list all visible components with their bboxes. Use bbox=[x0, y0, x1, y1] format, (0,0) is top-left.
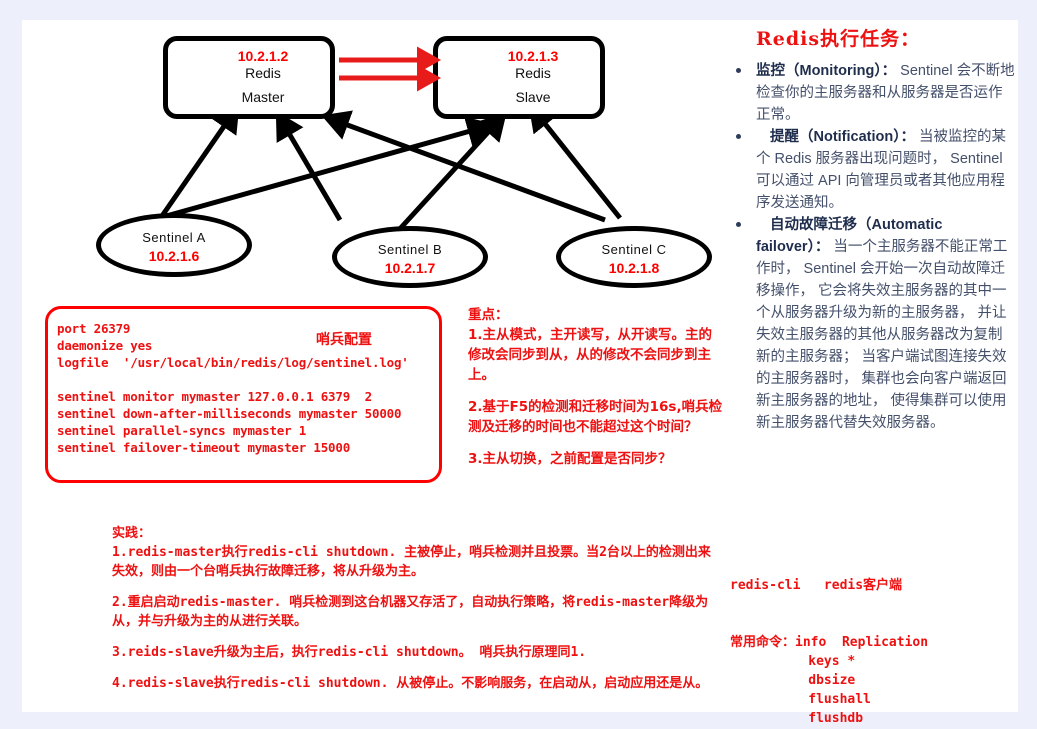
practice-heading: 实践： bbox=[112, 526, 152, 541]
practice-block: 实践： 1.redis-master执行redis-cli shutdown. … bbox=[112, 524, 712, 693]
task-item-automatic-failover: 自动故障迁移（Automatic failover）： 当一个主服务器不能正常工… bbox=[728, 214, 1016, 434]
whiteboard-canvas: 10.2.1.2 Redis Master 10.2.1.3 Redis Sla… bbox=[22, 20, 1018, 726]
slave-ip: 10.2.1.3 bbox=[507, 48, 559, 64]
slave-role-line1: Redis bbox=[515, 65, 551, 82]
node-sentinel-a[interactable]: Sentinel A 10.2.1.6 bbox=[96, 213, 252, 277]
practice-item: 4.redis-slave执行redis-cli shutdown. 从被停止。… bbox=[112, 676, 709, 691]
task-item-notification: 提醒（Notification）： 当被监控的某个 Redis 服务器出现问题时… bbox=[728, 126, 1016, 214]
bullet-icon bbox=[736, 222, 741, 227]
redis-tasks-title: Redis执行任务： bbox=[756, 28, 921, 50]
practice-item: 3.reids-slave升级为主后，执行redis-cli shutdown。… bbox=[112, 645, 587, 660]
redis-cli-block: redis-cli redis客户端 常用命令：info Replication… bbox=[730, 538, 928, 729]
bullet-icon bbox=[736, 68, 741, 73]
key-point-item: 3.主从切换，之前配置是否同步？ bbox=[468, 451, 672, 467]
task-term: 提醒（Notification）： bbox=[770, 129, 915, 145]
node-redis-slave[interactable]: 10.2.1.3 Redis Slave bbox=[433, 36, 605, 119]
redis-tasks-panel: Redis执行任务： 监控（Monitoring）： Sentinel 会不断地… bbox=[728, 24, 1016, 434]
key-points-block: 重点： 1.主从模式，主开读写，从开读写。主的修改会同步到从，从的修改不会同步到… bbox=[468, 305, 723, 469]
page-root: 10.2.1.2 Redis Master 10.2.1.3 Redis Sla… bbox=[0, 0, 1037, 729]
redis-cli-header: redis-cli redis客户端 bbox=[730, 578, 903, 593]
sentinel-c-label: Sentinel C bbox=[601, 242, 667, 257]
master-ip: 10.2.1.2 bbox=[237, 48, 289, 64]
practice-item: 1.redis-master执行redis-cli shutdown. 主被停止… bbox=[112, 545, 711, 579]
sentinel-b-ip: 10.2.1.7 bbox=[384, 260, 436, 276]
sentinel-a-label: Sentinel A bbox=[142, 230, 206, 245]
task-body: 当一个主服务器不能正常工作时， Sentinel 会开始一次自动故障迁移操作， … bbox=[756, 239, 1008, 431]
node-sentinel-b[interactable]: Sentinel B 10.2.1.7 bbox=[332, 226, 488, 288]
sentinel-config-box: port 26379 daemonize yes logfile '/usr/l… bbox=[45, 306, 442, 483]
node-sentinel-c[interactable]: Sentinel C 10.2.1.8 bbox=[556, 226, 712, 288]
task-item-monitoring: 监控（Monitoring）： Sentinel 会不断地检查你的主服务器和从服… bbox=[728, 60, 1016, 126]
key-point-item: 2.基于F5的检测和迁移时间为16s,哨兵检测及迁移的时间也不能超过这个时间？ bbox=[468, 399, 723, 435]
node-redis-master[interactable]: 10.2.1.2 Redis Master bbox=[163, 36, 335, 119]
key-points-heading: 重点： bbox=[468, 307, 509, 323]
task-term: 监控（Monitoring）： bbox=[756, 63, 897, 79]
redis-cli-commands: 常用命令：info Replication keys * dbsize flus… bbox=[730, 635, 929, 726]
sentinel-config-title: 哨兵配置 bbox=[316, 332, 372, 348]
key-point-item: 1.主从模式，主开读写，从开读写。主的修改会同步到从，从的修改不会同步到主上。 bbox=[468, 327, 713, 383]
bullet-icon bbox=[736, 134, 741, 139]
sentinel-a-ip: 10.2.1.6 bbox=[148, 248, 200, 264]
master-role-line1: Redis bbox=[245, 65, 281, 82]
practice-item: 2.重启启动redis-master. 哨兵检测到这台机器又存活了，自动执行策略… bbox=[112, 595, 709, 629]
sentinel-b-label: Sentinel B bbox=[377, 242, 443, 257]
master-role-line2: Master bbox=[241, 89, 285, 106]
sentinel-c-ip: 10.2.1.8 bbox=[608, 260, 660, 276]
slave-role-line2: Slave bbox=[515, 89, 551, 106]
